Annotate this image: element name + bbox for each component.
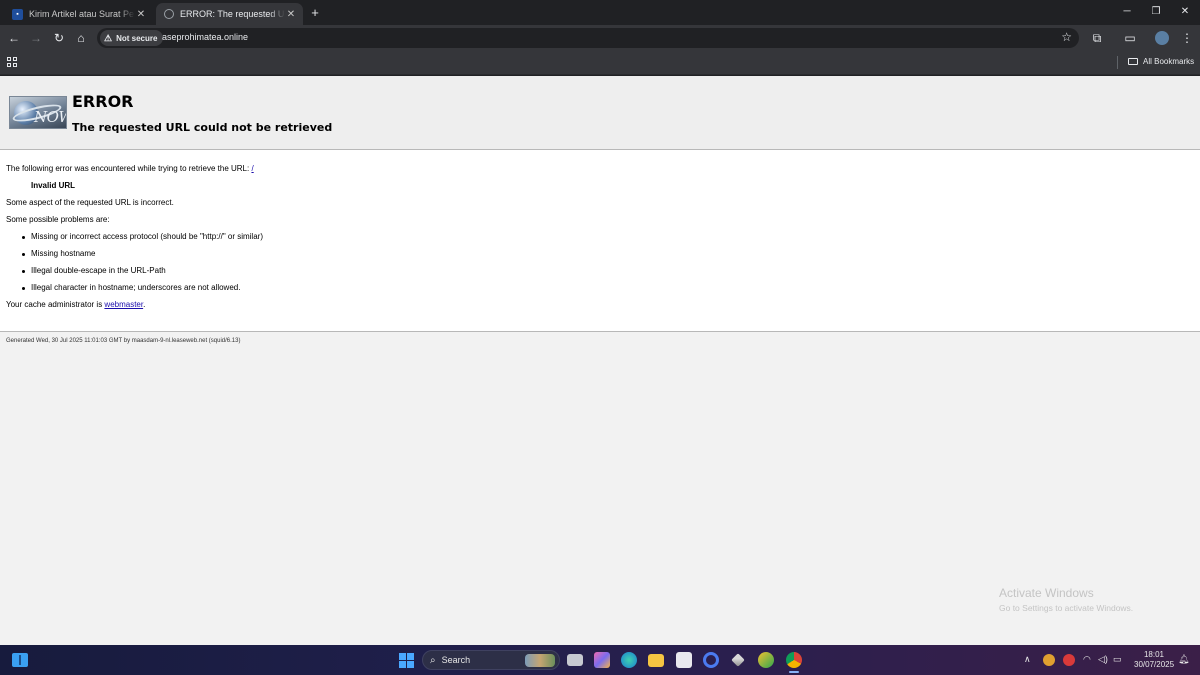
copilot-icon[interactable] bbox=[594, 652, 610, 668]
edge-icon[interactable] bbox=[621, 652, 637, 668]
pen-tool-icon[interactable] bbox=[731, 653, 745, 667]
aspect-text: Some aspect of the requested URL is inco… bbox=[6, 198, 174, 207]
restore-icon[interactable]: ❐ bbox=[1143, 4, 1169, 20]
all-bookmarks-button[interactable]: All Bookmarks bbox=[1128, 57, 1194, 66]
admin-prefix: Your cache administrator is bbox=[6, 300, 105, 309]
tab-error[interactable]: ERROR: The requested URL could not be re… bbox=[156, 3, 303, 25]
back-button[interactable]: ← bbox=[6, 30, 22, 46]
folder-icon bbox=[1128, 58, 1138, 65]
new-tab-button[interactable]: + bbox=[307, 5, 323, 21]
start-button[interactable] bbox=[399, 653, 414, 668]
page-viewport: NOW ERROR The requested URL could not be… bbox=[0, 76, 1200, 645]
chrome-icon[interactable] bbox=[786, 652, 802, 673]
page-subtitle: The requested URL could not be retrieved bbox=[72, 121, 333, 134]
tab-close-icon[interactable]: ✕ bbox=[135, 9, 147, 20]
forward-button[interactable]: → bbox=[28, 30, 44, 46]
tray-app-icon[interactable] bbox=[1043, 654, 1055, 666]
file-explorer-icon[interactable] bbox=[648, 654, 664, 667]
profile-avatar[interactable] bbox=[1155, 31, 1169, 45]
apps-grid-icon[interactable] bbox=[7, 57, 17, 67]
error-name: Invalid URL bbox=[31, 181, 76, 190]
home-button[interactable]: ⌂ bbox=[73, 30, 89, 46]
security-chip[interactable]: ⚠ Not secure bbox=[100, 30, 164, 46]
system-clock[interactable]: 18:01 30/07/2025 bbox=[1134, 650, 1174, 670]
url-text[interactable]: aseprohimatea.online bbox=[162, 32, 248, 42]
list-item: Missing hostname bbox=[31, 249, 96, 258]
requested-url-link[interactable]: / bbox=[251, 164, 253, 173]
windows-taskbar: ⌕ Search ∧ ◠ ◁) ▭ 18:01 30/07/2025 🔔︎ bbox=[0, 645, 1200, 675]
store-icon[interactable] bbox=[676, 652, 692, 668]
logo-text: NOW bbox=[34, 108, 66, 126]
security-label: Not secure bbox=[116, 33, 158, 43]
clock-time: 18:01 bbox=[1143, 650, 1165, 659]
intro-text: The following error was encountered whil… bbox=[6, 164, 252, 173]
clock-date: 30/07/2025 bbox=[1134, 660, 1175, 669]
task-view-icon[interactable] bbox=[567, 654, 583, 666]
list-item: Missing or incorrect access protocol (sh… bbox=[31, 232, 263, 241]
menu-icon[interactable]: ⋮ bbox=[1179, 30, 1195, 46]
list-bullet bbox=[22, 236, 25, 239]
search-highlight-image bbox=[525, 654, 555, 667]
watermark-subtitle: Go to Settings to activate Windows. bbox=[999, 603, 1134, 613]
list-item: Illegal character in hostname; underscor… bbox=[31, 283, 241, 292]
tab-close-icon[interactable]: ✕ bbox=[285, 9, 297, 20]
all-bookmarks-label: All Bookmarks bbox=[1143, 57, 1195, 66]
tab-title: Kirim Artikel atau Surat Pembaca bbox=[29, 9, 135, 19]
tab-kirim-artikel[interactable]: ▪ Kirim Artikel atau Surat Pembaca ✕ bbox=[4, 3, 153, 25]
search-icon: ⌕ bbox=[430, 654, 436, 666]
list-bullet bbox=[22, 253, 25, 256]
minimize-icon[interactable]: ─ bbox=[1114, 4, 1140, 20]
problems-label: Some possible problems are: bbox=[6, 215, 110, 224]
watermark-title: Activate Windows bbox=[999, 586, 1094, 600]
wifi-icon[interactable]: ◠ bbox=[1083, 654, 1091, 665]
divider bbox=[0, 331, 1200, 332]
list-item: Illegal double-escape in the URL-Path bbox=[31, 266, 166, 275]
widgets-icon[interactable] bbox=[12, 653, 28, 667]
app-icon[interactable] bbox=[758, 652, 774, 668]
search-placeholder: Search bbox=[441, 655, 471, 665]
globe-icon bbox=[164, 9, 174, 19]
tab-strip: ▪ Kirim Artikel atau Surat Pembaca ✕ ERR… bbox=[0, 0, 1200, 25]
notification-bell-icon[interactable]: 🔔︎ bbox=[1178, 654, 1189, 665]
browser-toolbar: ← → ↻ ⌂ ⚠ Not secure aseprohimatea.onlin… bbox=[0, 25, 1200, 51]
volume-icon[interactable]: ◁) bbox=[1098, 654, 1108, 665]
battery-icon[interactable]: ▭ bbox=[1113, 654, 1122, 665]
taskbar-search[interactable]: ⌕ Search bbox=[422, 650, 560, 670]
bookmark-star-icon[interactable]: ☆ bbox=[1061, 30, 1072, 44]
page-title: ERROR bbox=[72, 92, 134, 111]
divider bbox=[1117, 56, 1118, 69]
bookmarks-bar: All Bookmarks bbox=[0, 51, 1200, 75]
error-body: The following error was encountered whil… bbox=[0, 150, 1200, 332]
webmaster-link[interactable]: webmaster bbox=[104, 300, 143, 309]
activate-windows-watermark: Activate Windows Go to Settings to activ… bbox=[999, 586, 1133, 613]
admin-suffix: . bbox=[143, 300, 146, 309]
warning-icon: ⚠ bbox=[104, 32, 113, 43]
intro-line: The following error was encountered whil… bbox=[6, 164, 254, 173]
extensions-icon[interactable]: ⧉ bbox=[1089, 30, 1105, 46]
error-header: NOW ERROR The requested URL could not be… bbox=[0, 76, 1200, 150]
tray-sync-icon[interactable] bbox=[1063, 654, 1075, 666]
admin-line: Your cache administrator is webmaster. bbox=[6, 300, 145, 309]
squid-now-logo: NOW bbox=[9, 96, 67, 129]
reading-list-icon[interactable]: ▭ bbox=[1122, 30, 1138, 46]
list-bullet bbox=[22, 287, 25, 290]
chevron-up-icon[interactable]: ∧ bbox=[1024, 654, 1031, 665]
tab-title: ERROR: The requested URL could not be re… bbox=[180, 9, 285, 19]
address-bar[interactable]: ⚠ Not secure aseprohimatea.online ☆ bbox=[97, 28, 1079, 48]
generated-footer: Generated Wed, 30 Jul 2025 11:01:03 GMT … bbox=[6, 338, 241, 344]
list-bullet bbox=[22, 270, 25, 273]
close-window-icon[interactable]: ✕ bbox=[1172, 4, 1198, 20]
app-ring-icon[interactable] bbox=[703, 652, 719, 668]
site-favicon-icon: ▪ bbox=[12, 8, 23, 20]
reload-button[interactable]: ↻ bbox=[51, 30, 67, 46]
